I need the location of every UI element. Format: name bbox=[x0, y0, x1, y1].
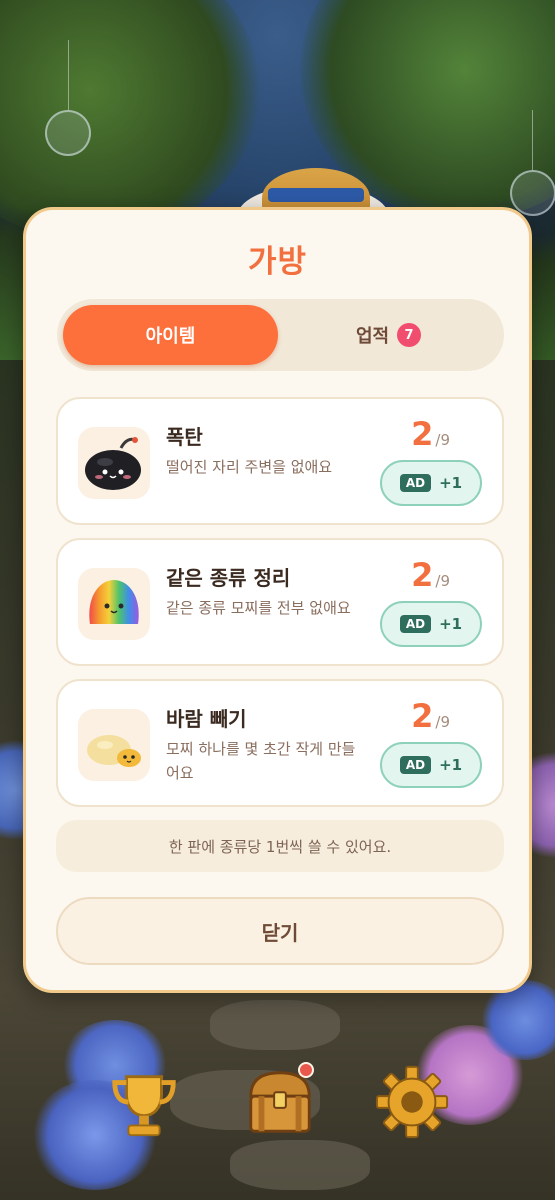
trophy-icon bbox=[112, 1075, 176, 1137]
settings-button[interactable] bbox=[372, 1062, 452, 1142]
item-count: 2 / 9 bbox=[411, 697, 450, 735]
item-name: 같은 종류 정리 bbox=[166, 566, 291, 590]
usage-note: 한 판에 종류당 1번씩 쓸 수 있어요. bbox=[56, 820, 504, 872]
ad-reward: +1 bbox=[439, 474, 463, 492]
mascot-hat-band bbox=[268, 188, 364, 202]
item-name: 바람 빼기 bbox=[166, 707, 247, 731]
tab-items-label: 아이템 bbox=[145, 326, 196, 347]
item-count-current: 2 bbox=[411, 697, 434, 735]
item-count-max: 9 bbox=[440, 431, 450, 449]
bag-modal: 가방 아이템 업적 7 폭탄 떨어진 자리 주변을 없애요 2 / 9 AD +… bbox=[23, 207, 532, 993]
close-button-label: 닫기 bbox=[261, 920, 299, 945]
tab-achievements[interactable]: 업적 7 bbox=[281, 305, 496, 365]
rainbow-mochi-icon bbox=[89, 580, 139, 624]
ad-tag: AD bbox=[399, 474, 432, 492]
tab-items[interactable]: 아이템 bbox=[63, 305, 278, 365]
ad-tag: AD bbox=[399, 615, 432, 633]
tab-bar: 아이템 업적 7 bbox=[57, 299, 504, 371]
wind-chime-string bbox=[532, 110, 533, 170]
item-icon-box bbox=[78, 568, 150, 640]
item-count: 2 / 9 bbox=[411, 415, 450, 453]
item-count-max: 9 bbox=[440, 572, 450, 590]
stepping-stone bbox=[210, 1000, 340, 1050]
deflated-mochi-icon bbox=[87, 735, 141, 767]
item-count-max: 9 bbox=[440, 713, 450, 731]
wind-chime bbox=[510, 170, 555, 216]
item-card-bomb: 폭탄 떨어진 자리 주변을 없애요 2 / 9 AD +1 bbox=[56, 397, 504, 525]
gear-icon bbox=[375, 1065, 449, 1139]
notification-dot bbox=[298, 1062, 314, 1078]
close-button[interactable]: 닫기 bbox=[56, 897, 504, 965]
tab-achievements-label: 업적 bbox=[355, 326, 390, 347]
item-name: 폭탄 bbox=[166, 425, 203, 449]
watch-ad-button[interactable]: AD +1 bbox=[380, 601, 482, 647]
treasure-chest-button[interactable] bbox=[240, 1062, 320, 1142]
item-icon-box bbox=[78, 709, 150, 781]
item-count: 2 / 9 bbox=[411, 556, 450, 594]
ad-reward: +1 bbox=[439, 615, 463, 633]
item-card-deflate: 바람 빼기 모찌 하나를 몇 초간 작게 만들어요 2 / 9 AD +1 bbox=[56, 679, 504, 807]
item-card-sort-same-kind: 같은 종류 정리 같은 종류 모찌를 전부 없애요 2 / 9 AD +1 bbox=[56, 538, 504, 666]
item-description: 모찌 하나를 몇 초간 작게 만들어요 bbox=[166, 740, 356, 782]
bomb-icon bbox=[85, 437, 141, 490]
wind-chime bbox=[45, 110, 91, 156]
wind-chime-string bbox=[68, 40, 69, 110]
modal-title: 가방 bbox=[247, 244, 308, 280]
item-count-current: 2 bbox=[411, 415, 434, 453]
item-icon-box bbox=[78, 427, 150, 499]
bottom-nav bbox=[0, 1050, 555, 1160]
ad-tag: AD bbox=[399, 756, 432, 774]
trophy-button[interactable] bbox=[104, 1064, 184, 1144]
item-description: 같은 종류 모찌를 전부 없애요 bbox=[166, 599, 351, 617]
ad-reward: +1 bbox=[439, 756, 463, 774]
watch-ad-button[interactable]: AD +1 bbox=[380, 460, 482, 506]
item-description: 떨어진 자리 주변을 없애요 bbox=[166, 458, 333, 476]
watch-ad-button[interactable]: AD +1 bbox=[380, 742, 482, 788]
achievements-badge: 7 bbox=[397, 323, 422, 347]
item-count-current: 2 bbox=[411, 556, 434, 594]
